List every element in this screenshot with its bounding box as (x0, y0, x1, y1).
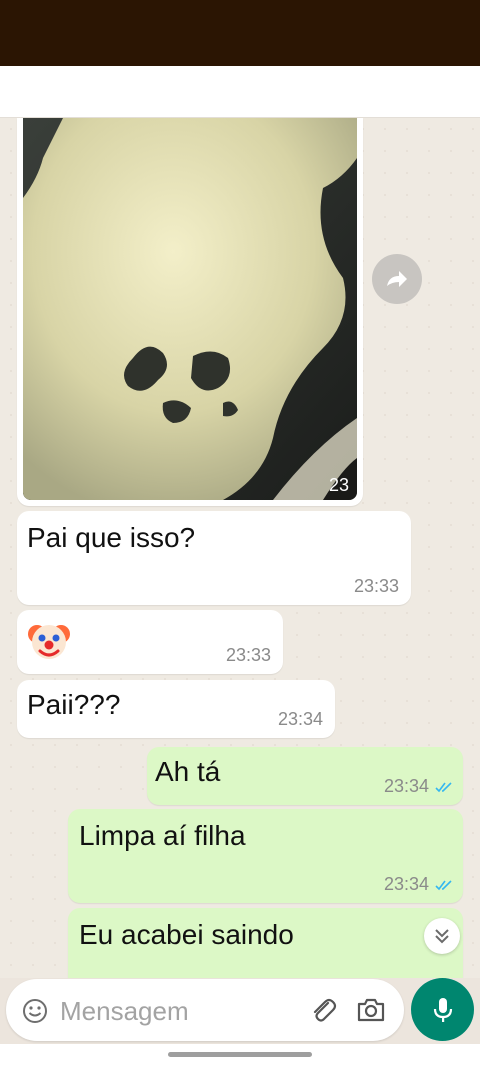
message-text: Eu acabei saindo (79, 919, 294, 950)
incoming-message[interactable]: Paii??? 23:34 (17, 680, 335, 738)
voice-message-button[interactable] (411, 978, 474, 1041)
message-text: Pai que isso? (27, 522, 196, 553)
outgoing-message[interactable]: Ah tá 23:34 (147, 747, 463, 805)
camera-icon[interactable] (356, 996, 386, 1024)
message-text: Ah tá (155, 756, 221, 787)
incoming-message[interactable]: Pai que isso? 23:33 (17, 511, 411, 605)
attach-icon[interactable] (308, 995, 338, 1025)
outgoing-message[interactable]: Limpa aí filha 23:34 (68, 809, 463, 903)
outgoing-message[interactable]: Eu acabei saindo (68, 908, 463, 978)
message-time: 23:34 (383, 776, 429, 796)
received-photo[interactable]: 23 (23, 118, 357, 500)
message-time: 23:34 (383, 874, 429, 894)
message-text: Paii??? (27, 689, 121, 720)
emoji-icon[interactable] (22, 998, 48, 1024)
chat-header (0, 66, 480, 118)
double-chevron-down-icon (435, 929, 449, 944)
message-time: 23:33 (353, 576, 399, 596)
image-message[interactable]: 23 (17, 118, 363, 506)
message-time: 23 (328, 475, 349, 495)
incoming-message[interactable]: 23:33 (17, 610, 283, 674)
read-ticks-icon (435, 880, 452, 891)
forward-icon (387, 271, 407, 287)
mic-icon (433, 997, 452, 1022)
message-input[interactable] (60, 991, 300, 1031)
home-gesture-handle[interactable] (168, 1052, 312, 1057)
scroll-to-bottom-button[interactable] (424, 918, 460, 954)
photo-content (23, 118, 357, 500)
message-list[interactable]: 23 Pai que isso? 23:33 23:33 Paii??? 23:… (0, 118, 480, 978)
forward-button[interactable] (372, 254, 422, 304)
read-ticks-icon (435, 782, 452, 793)
message-text: Limpa aí filha (79, 820, 246, 851)
message-time: 23:34 (277, 709, 323, 729)
status-bar (0, 0, 480, 66)
clown-face-icon (28, 625, 70, 659)
message-time: 23:33 (225, 645, 271, 665)
navigation-bar (0, 1044, 480, 1066)
message-composer (6, 979, 404, 1041)
